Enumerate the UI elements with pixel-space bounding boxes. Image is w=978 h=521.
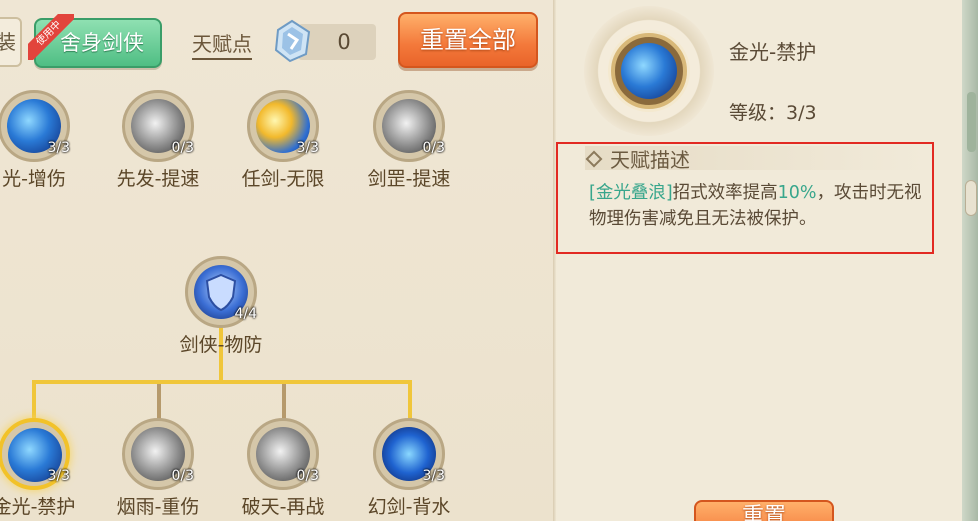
talent-node[interactable]: 0/3 剑罡-提速 — [359, 90, 459, 200]
talent-name: 剑罡-提速 — [367, 168, 451, 190]
talent-name: 烟雨-重伤 — [116, 496, 200, 518]
talent-level: 0/3 — [171, 468, 194, 484]
talent-node[interactable]: 0/3 破天-再战 — [233, 418, 333, 521]
talent-level: 0/3 — [422, 140, 445, 156]
talent-crystal-icon — [274, 19, 311, 63]
talent-node[interactable]: 3/3 幻剑-背水 — [359, 418, 459, 521]
talent-name: 剑侠-物防 — [179, 334, 263, 356]
talent-level: 3/3 — [47, 468, 70, 484]
in-use-ribbon: 使用中 — [28, 14, 74, 60]
talent-level: 0/3 — [171, 140, 194, 156]
connector-drop-3 — [282, 384, 286, 420]
connector-right-drop — [408, 380, 412, 420]
golden-light-icon — [621, 43, 677, 99]
talent-name: 先发-提速 — [116, 168, 200, 190]
talent-node[interactable]: 0/3 先发-提速 — [108, 90, 208, 200]
connector-horizontal — [32, 380, 412, 384]
highlight-frame — [556, 142, 934, 254]
scroll-handle[interactable] — [965, 180, 977, 216]
talent-node-selected[interactable]: 3/3 金光-禁护 — [0, 418, 84, 521]
talent-level: 3/3 — [296, 140, 319, 156]
reset-button[interactable]: 重置 — [694, 500, 834, 521]
talent-node[interactable]: 0/3 烟雨-重伤 — [108, 418, 208, 521]
talent-name: 任剑-无限 — [241, 168, 325, 190]
reset-all-button[interactable]: 重置全部 — [398, 12, 538, 68]
talent-name: 幻剑-背水 — [367, 496, 451, 518]
talent-node[interactable]: 4/4 剑侠-物防 — [171, 256, 271, 366]
talent-name: 破天-再战 — [241, 496, 325, 518]
talent-level: 3/3 — [422, 468, 445, 484]
talent-level: 3/3 — [47, 140, 70, 156]
equipment-tab[interactable]: 装 — [0, 17, 22, 67]
side-scrollbar[interactable] — [962, 0, 978, 521]
talent-node[interactable]: 3/3 光-增伤 — [0, 90, 84, 200]
selected-talent-name: 金光-禁护 — [729, 40, 817, 64]
selected-talent-level: 等级：3/3 — [729, 102, 817, 124]
talent-name: 光-增伤 — [2, 168, 66, 190]
scroll-track-indicator — [967, 92, 976, 152]
talent-points-label: 天赋点 — [192, 28, 252, 60]
in-use-ribbon-text: 使用中 — [28, 14, 74, 60]
connector-drop-2 — [157, 384, 161, 420]
connector-left-drop — [32, 380, 36, 420]
talent-level: 0/3 — [296, 468, 319, 484]
talent-node[interactable]: 3/3 任剑-无限 — [233, 90, 333, 200]
talent-name: 金光-禁护 — [0, 496, 76, 518]
selected-talent-frame — [584, 6, 714, 136]
talent-level: 4/4 — [234, 306, 257, 322]
selected-talent-ring — [611, 33, 687, 109]
